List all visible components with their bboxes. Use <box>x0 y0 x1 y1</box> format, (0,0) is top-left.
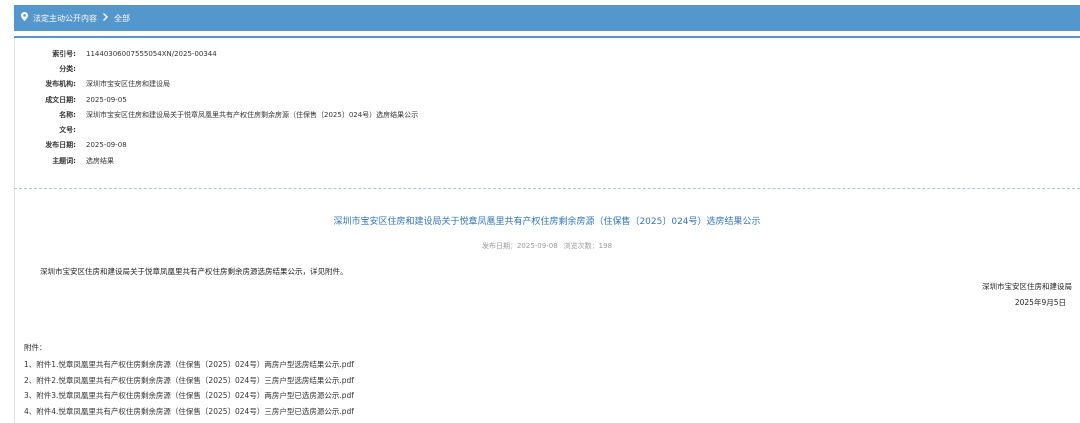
map-pin-icon <box>21 12 28 24</box>
breadcrumb: 法定主动公开内容 全部 <box>14 5 1080 31</box>
meta-row-doc-number: 文号: <box>14 122 1080 137</box>
attachment-link[interactable]: 3、附件3.悦章凤凰里共有产权住房剩余房源（住保售〔2025〕024号）两房户型… <box>24 388 354 404</box>
meta-row-written-date: 成文日期: 2025-09-05 <box>14 92 1080 107</box>
meta-row-keywords: 主题词: 选房结果 <box>14 153 1080 168</box>
meta-row-index: 索引号: 11440306007555054XN/2025-00344 <box>14 46 1080 61</box>
section-divider <box>14 188 1080 189</box>
attachments-list: 1、附件1.悦章凤凰里共有产权住房剩余房源（住保售〔2025〕024号）两房户型… <box>24 357 354 419</box>
meta-value: 2025-09-08 <box>86 141 127 150</box>
meta-key: 索引号: <box>52 49 76 58</box>
meta-row-category: 分类: <box>14 61 1080 76</box>
breadcrumb-item-public-content[interactable]: 法定主动公开内容 <box>33 13 97 24</box>
view-count: 浏览次数：198 <box>563 242 613 250</box>
meta-key: 分类: <box>59 64 76 73</box>
article-title: 深圳市宝安区住房和建设局关于悦章凤凰里共有产权住房剩余房源（住保售〔2025〕0… <box>333 217 761 227</box>
meta-value: 11440306007555054XN/2025-00344 <box>86 49 217 58</box>
attachment-link[interactable]: 2、附件2.悦章凤凰里共有产权住房剩余房源（住保售〔2025〕024号）三房户型… <box>24 373 354 389</box>
page: 法定主动公开内容 全部 索引号: 11440306007555054XN/202… <box>0 0 1080 423</box>
meta-row-publisher: 发布机构: 深圳市宝安区住房和建设局 <box>14 77 1080 92</box>
chevron-right-icon <box>103 12 108 24</box>
meta-key: 发布机构: <box>45 80 76 89</box>
meta-value: 2025-09-05 <box>86 95 127 104</box>
meta-key: 成文日期: <box>45 95 76 104</box>
signature-date: 2025年9月5日 <box>1014 298 1066 307</box>
article-body: 深圳市宝安区住房和建设局关于悦章凤凰里共有产权住房剩余房源选房结果公示，详见附件… <box>40 267 348 276</box>
breadcrumb-item-all[interactable]: 全部 <box>114 13 130 24</box>
attachment-link[interactable]: 1、附件1.悦章凤凰里共有产权住房剩余房源（住保售〔2025〕024号）两房户型… <box>24 357 354 373</box>
publish-date: 发布日期：2025-09-08 <box>481 242 558 250</box>
attachment-link[interactable]: 4、附件4.悦章凤凰里共有产权住房剩余房源（住保售〔2025〕024号）三房户型… <box>24 404 354 420</box>
header-divider <box>14 36 1080 38</box>
meta-value: 深圳市宝安区住房和建设局 <box>86 80 170 89</box>
meta-key: 主题词: <box>52 156 76 165</box>
meta-value: 深圳市宝安区住房和建设局关于悦章凤凰里共有产权住房剩余房源（住保售〔2025〕0… <box>86 110 419 119</box>
meta-row-publish-date: 发布日期: 2025-09-08 <box>14 138 1080 153</box>
meta-row-name: 名称: 深圳市宝安区住房和建设局关于悦章凤凰里共有产权住房剩余房源（住保售〔20… <box>14 107 1080 122</box>
article-meta: 发布日期：2025-09-08 浏览次数：198 <box>14 241 1080 251</box>
meta-key: 发布日期: <box>45 141 76 150</box>
document-metadata: 索引号: 11440306007555054XN/2025-00344 分类: … <box>14 46 1080 168</box>
attachments-heading: 附件： <box>24 343 47 352</box>
meta-value: 选房结果 <box>86 156 114 165</box>
meta-key: 名称: <box>59 110 76 119</box>
signature-org: 深圳市宝安区住房和建设局 <box>982 282 1072 291</box>
meta-key: 文号: <box>59 126 76 135</box>
